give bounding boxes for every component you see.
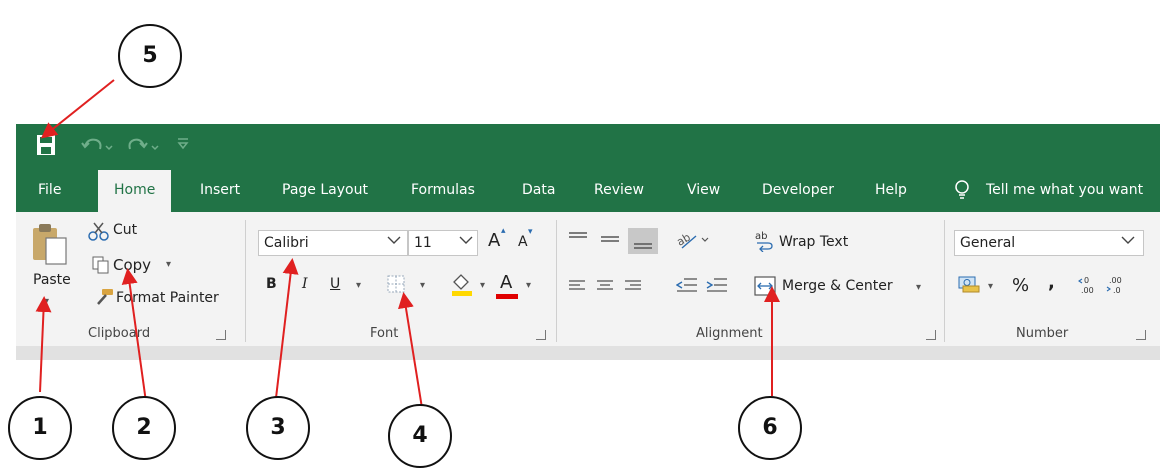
callout-3: 3	[246, 396, 310, 460]
callout-6: 6	[738, 396, 802, 460]
callout-5: 5	[118, 24, 182, 88]
callout-arrow-5	[40, 79, 115, 139]
callout-arrow-1	[35, 296, 52, 393]
callout-2: 2	[112, 396, 176, 460]
callout-arrow-2	[121, 268, 147, 403]
callout-1: 1	[8, 396, 72, 460]
callout-4: 4	[388, 404, 452, 468]
callout-arrow-4	[398, 292, 423, 409]
callout-arrow-3	[275, 258, 299, 399]
